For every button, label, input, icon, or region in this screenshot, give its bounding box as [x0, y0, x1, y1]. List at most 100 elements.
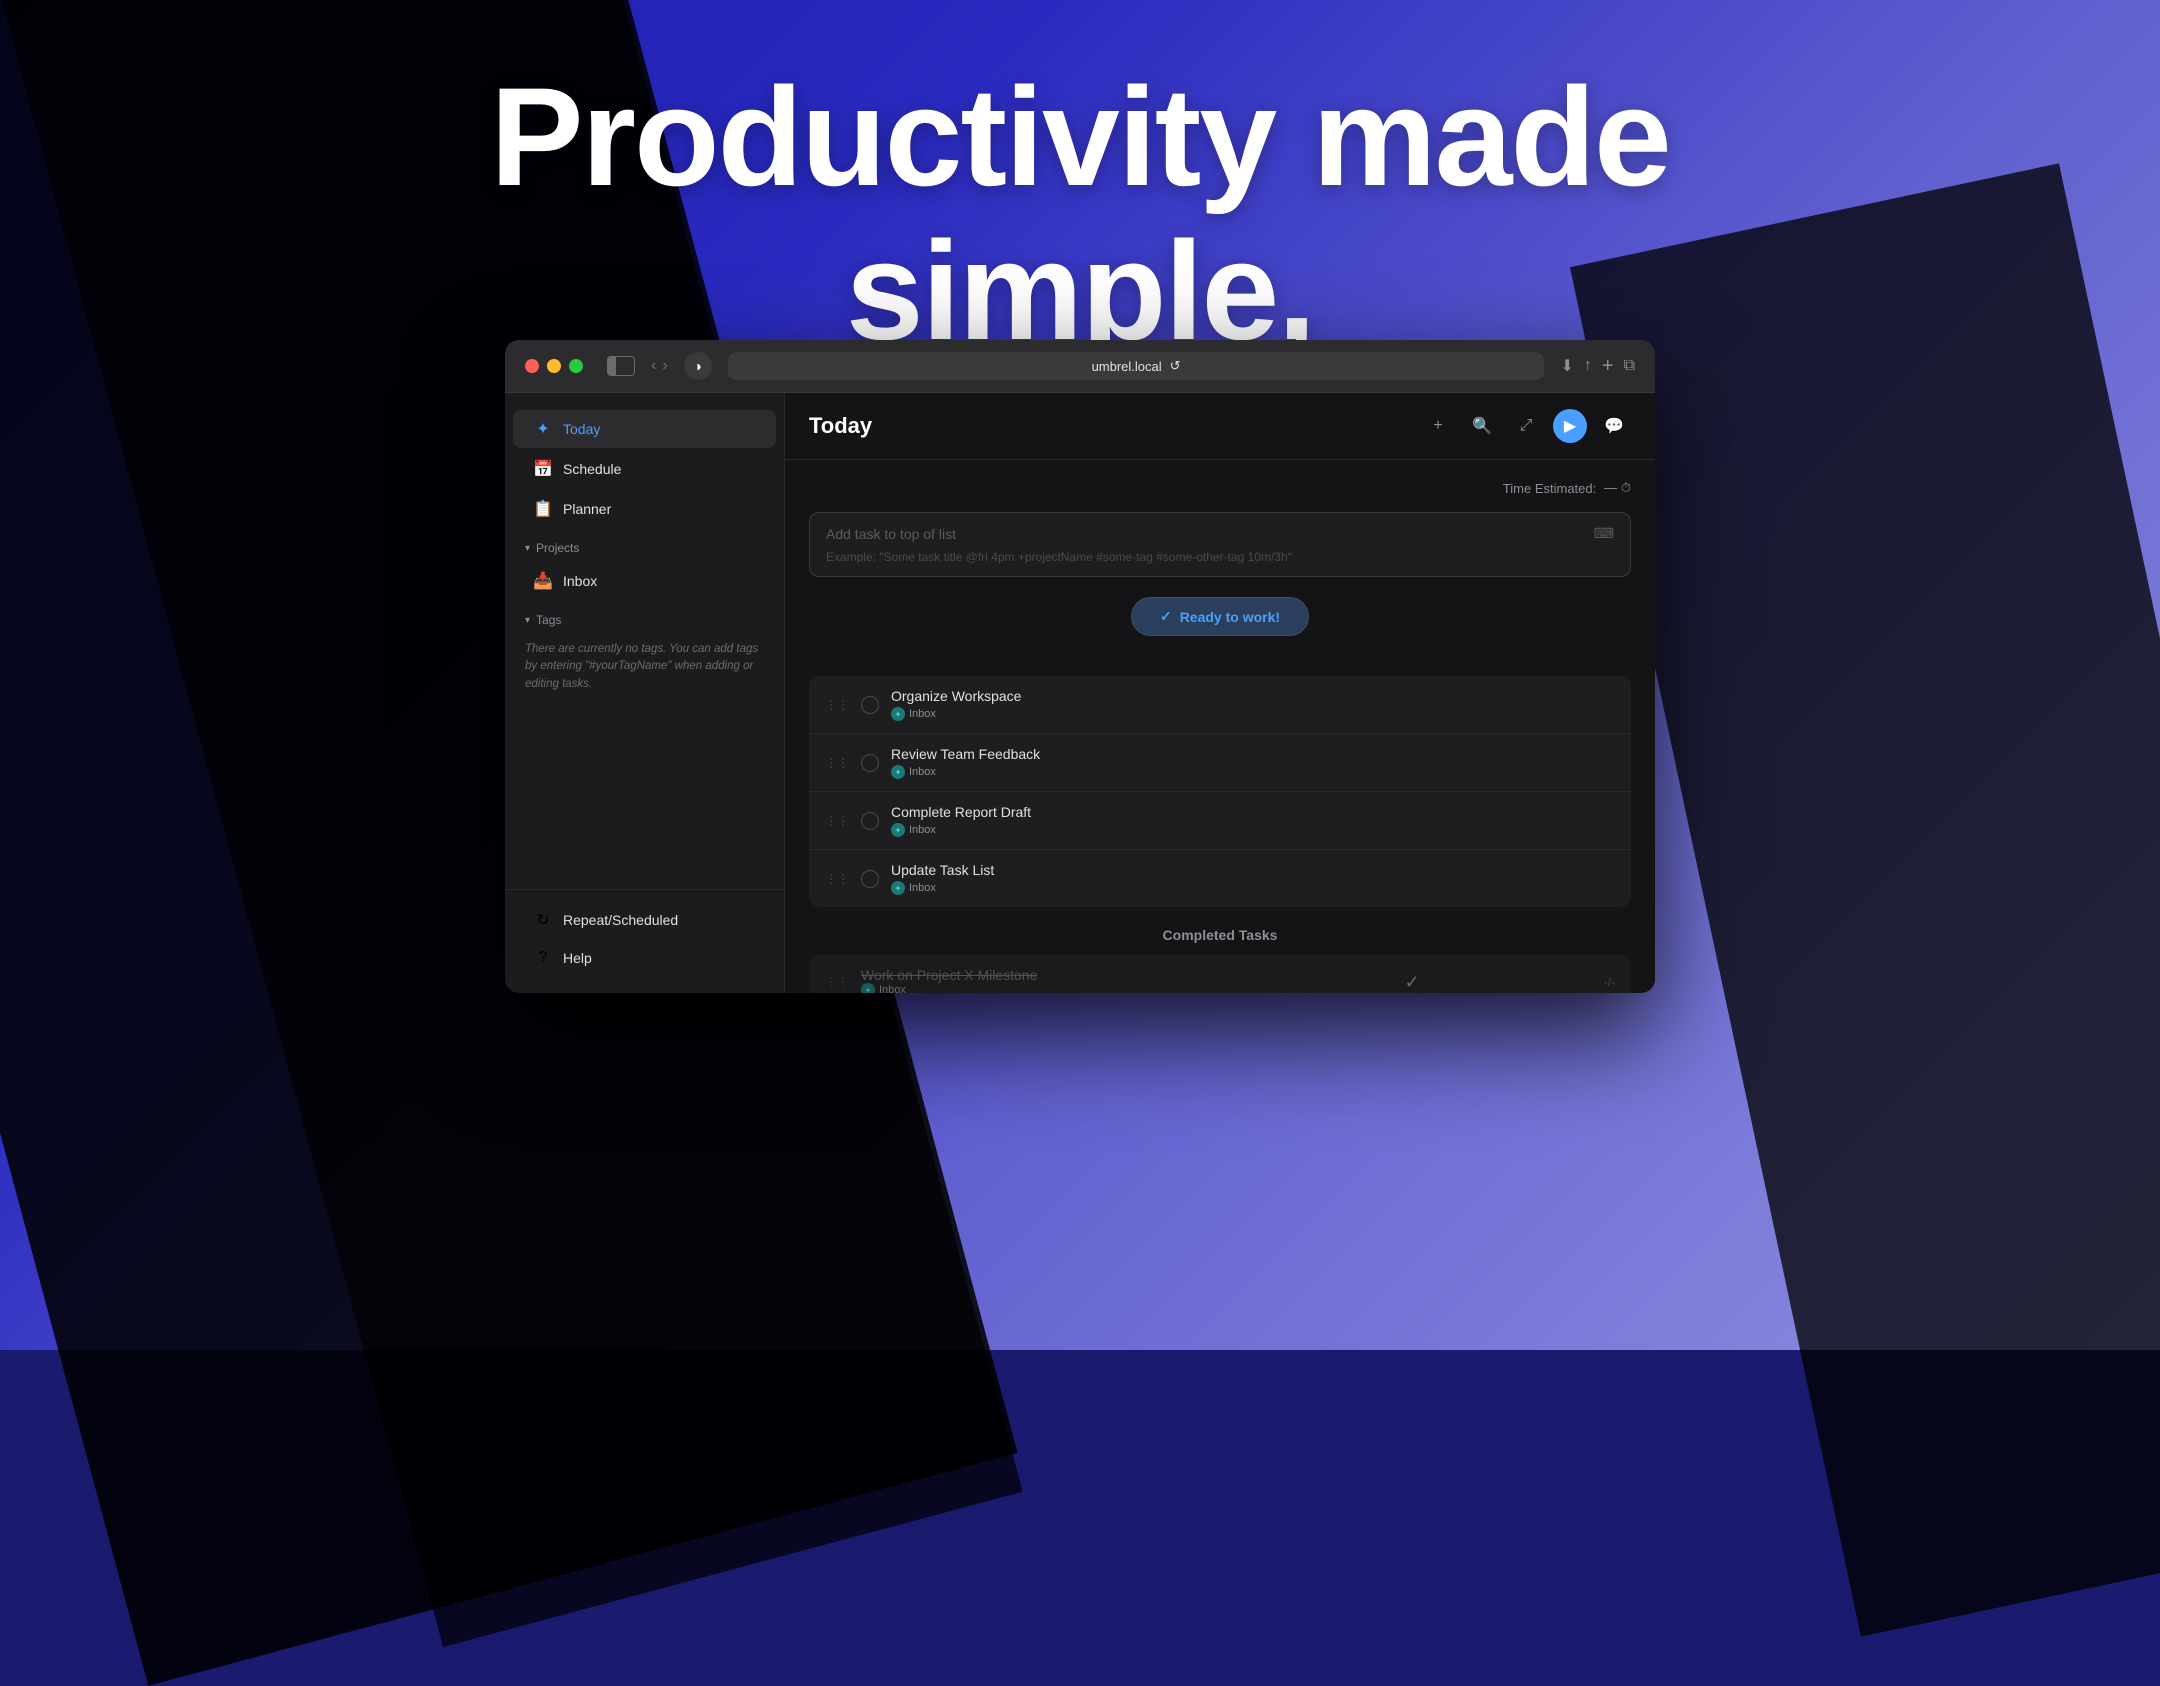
time-estimated: Time Estimated: — ⏱ [809, 480, 1631, 496]
completed-task-title: Work on Project X Milestone [861, 967, 1220, 983]
project-dot-icon: ✦ [891, 823, 905, 837]
ready-checkmark-icon: ✓ [1160, 608, 1172, 625]
drag-handle-icon: ⋮⋮ [825, 872, 849, 886]
ready-button-label: Ready to work! [1180, 609, 1280, 625]
task-info-3: Complete Report Draft ✦ Inbox [891, 804, 1615, 837]
task-input-format-icon: ⌨ [1594, 525, 1614, 542]
drag-handle-icon: ⋮⋮ [825, 814, 849, 828]
browser-actions: ⬇ ↑ + ⧉ [1560, 355, 1635, 378]
task-project-label-1: Inbox [909, 708, 936, 720]
ready-to-work-button[interactable]: ✓ Ready to work! [1131, 597, 1309, 636]
maximize-button[interactable] [569, 359, 583, 373]
completed-task-info: Work on Project X Milestone ✦ Inbox [861, 967, 1220, 993]
task-input-main: Add task to top of list ⌨ [826, 525, 1614, 542]
task-item[interactable]: ⋮⋮ Organize Workspace ✦ Inbox [809, 676, 1631, 734]
search-button[interactable]: 🔍 [1465, 409, 1499, 443]
browser-chrome: ‹ › ◑ umbrel.local ↺ ⬇ ↑ + ⧉ [505, 340, 1655, 393]
today-icon: ✦ [533, 419, 553, 439]
sidebar-item-inbox[interactable]: 📥 Inbox [513, 562, 776, 600]
task-title-2: Review Team Feedback [891, 746, 1615, 762]
nav-arrows: ‹ › [651, 357, 668, 375]
content-area: Time Estimated: — ⏱ Add task to top of l… [785, 460, 1655, 993]
tags-empty-message: There are currently no tags. You can add… [505, 633, 784, 701]
chat-button[interactable]: 💬 [1597, 409, 1631, 443]
task-title-1: Organize Workspace [891, 688, 1615, 704]
fullscreen-button[interactable]: ⤢ [1509, 409, 1543, 443]
share-icon[interactable]: ↑ [1584, 357, 1592, 375]
task-checkbox-2[interactable] [861, 754, 879, 772]
task-title-3: Complete Report Draft [891, 804, 1615, 820]
completed-task-project-label: Inbox [879, 984, 906, 993]
task-info-2: Review Team Feedback ✦ Inbox [891, 746, 1615, 779]
task-title-4: Update Task List [891, 862, 1615, 878]
task-checkbox-4[interactable] [861, 870, 879, 888]
task-checkbox-3[interactable] [861, 812, 879, 830]
repeat-icon: ↻ [533, 910, 553, 930]
sidebar-item-planner[interactable]: 📋 Planner [513, 490, 776, 528]
task-item[interactable]: ⋮⋮ Review Team Feedback ✦ Inbox [809, 734, 1631, 792]
main-content: Today + 🔍 ⤢ ▶ 💬 Time Estimated: — ⏱ [785, 393, 1655, 993]
completed-task-project: ✦ Inbox [861, 983, 1220, 993]
task-checkbox-1[interactable] [861, 696, 879, 714]
traffic-lights [525, 359, 583, 373]
schedule-icon: 📅 [533, 459, 553, 479]
address-bar[interactable]: umbrel.local ↺ [728, 352, 1545, 380]
page-title: Today [809, 413, 872, 439]
back-arrow[interactable]: ‹ [651, 357, 656, 375]
url-display: umbrel.local [1092, 359, 1162, 374]
sidebar-bottom: ↻ Repeat/Scheduled ? Help [505, 889, 784, 977]
task-project-3: ✦ Inbox [891, 823, 1615, 837]
sidebar: ✦ Today 📅 Schedule 📋 Planner ▾ Projects … [505, 393, 785, 993]
refresh-icon[interactable]: ↺ [1170, 358, 1181, 374]
task-list: ⋮⋮ Organize Workspace ✦ Inbox ⋮⋮ [809, 676, 1631, 907]
task-project-label-2: Inbox [909, 766, 936, 778]
task-project-2: ✦ Inbox [891, 765, 1615, 779]
projects-section-label: Projects [536, 541, 579, 555]
hero-line1: Productivity made simple, [490, 58, 1670, 369]
tabs-icon[interactable]: ⧉ [1624, 357, 1635, 375]
inbox-icon: 📥 [533, 571, 553, 591]
task-project-1: ✦ Inbox [891, 707, 1615, 721]
task-input-hint: Example: "Some task title @fri 4pm +proj… [826, 550, 1614, 564]
sidebar-item-today[interactable]: ✦ Today [513, 410, 776, 448]
projects-section-header: ▾ Projects [505, 529, 784, 561]
task-input-container[interactable]: Add task to top of list ⌨ Example: "Some… [809, 512, 1631, 577]
task-item[interactable]: ⋮⋮ Complete Report Draft ✦ Inbox [809, 792, 1631, 850]
forward-arrow[interactable]: › [662, 357, 667, 375]
projects-chevron[interactable]: ▾ [525, 543, 530, 554]
sidebar-toggle[interactable] [607, 356, 635, 376]
task-project-label-3: Inbox [909, 824, 936, 836]
drag-handle-icon: ⋮⋮ [825, 975, 849, 989]
download-icon[interactable]: ⬇ [1560, 356, 1573, 376]
drag-handle-icon: ⋮⋮ [825, 698, 849, 712]
sidebar-item-schedule[interactable]: 📅 Schedule [513, 450, 776, 488]
sidebar-item-repeat[interactable]: ↻ Repeat/Scheduled [513, 901, 776, 939]
task-info-1: Organize Workspace ✦ Inbox [891, 688, 1615, 721]
project-dot-icon: ✦ [891, 881, 905, 895]
task-item[interactable]: ⋮⋮ Update Task List ✦ Inbox [809, 850, 1631, 907]
theme-toggle[interactable]: ◑ [684, 352, 712, 380]
tags-chevron[interactable]: ▾ [525, 615, 530, 626]
completed-checkmark-icon: ✓ [1232, 972, 1591, 993]
project-dot-icon: ✦ [891, 765, 905, 779]
header-actions: + 🔍 ⤢ ▶ 💬 [1421, 409, 1631, 443]
new-tab-button[interactable]: + [1602, 355, 1614, 378]
main-header: Today + 🔍 ⤢ ▶ 💬 [785, 393, 1655, 460]
help-icon: ? [533, 949, 553, 967]
play-button[interactable]: ▶ [1553, 409, 1587, 443]
time-estimated-label: Time Estimated: [1503, 481, 1596, 496]
app-layout: ✦ Today 📅 Schedule 📋 Planner ▾ Projects … [505, 393, 1655, 993]
drag-handle-icon: ⋮⋮ [825, 756, 849, 770]
task-input-placeholder: Add task to top of list [826, 526, 956, 542]
sidebar-item-help[interactable]: ? Help [513, 940, 776, 976]
close-button[interactable] [525, 359, 539, 373]
task-info-4: Update Task List ✦ Inbox [891, 862, 1615, 895]
completed-task-item: ⋮⋮ Work on Project X Milestone ✦ Inbox ✓… [809, 955, 1631, 993]
add-task-button[interactable]: + [1421, 409, 1455, 443]
tags-section-label: Tags [536, 613, 561, 627]
planner-icon: 📋 [533, 499, 553, 519]
tags-section-header: ▾ Tags [505, 601, 784, 633]
project-dot-icon: ✦ [861, 983, 875, 993]
task-project-label-4: Inbox [909, 882, 936, 894]
minimize-button[interactable] [547, 359, 561, 373]
